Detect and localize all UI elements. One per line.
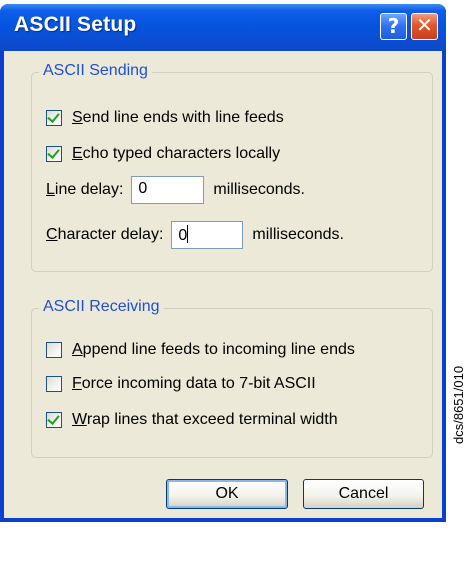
send-line-ends-label: Send line ends with line feeds [72,109,284,126]
title-bar[interactable]: ASCII Setup ? ✕ [0,4,446,51]
send-line-ends-checkbox[interactable] [46,110,62,126]
close-x-icon: ✕ [416,15,433,37]
ascii-receiving-legend: ASCII Receiving [39,298,164,316]
send-line-ends-checkbox-row[interactable]: Send line ends with line feeds [46,108,284,128]
character-delay-unit: milliseconds. [252,226,344,243]
wrap-lines-label: Wrap lines that exceed terminal width [72,411,338,428]
line-delay-input[interactable]: 0 [131,176,205,204]
wrap-lines-checkbox-row[interactable]: Wrap lines that exceed terminal width [46,410,338,430]
character-delay-label: Character delay: [46,226,164,243]
line-delay-row: Line delay: 0 milliseconds. [46,175,305,205]
checkmark-icon [47,412,60,425]
force-7bit-checkbox-row[interactable]: Force incoming data to 7-bit ASCII [46,374,316,394]
help-button[interactable]: ? [380,13,407,40]
character-delay-input[interactable]: 0 [171,221,244,249]
cancel-button[interactable]: Cancel [303,479,424,509]
window-title: ASCII Setup [14,13,137,36]
append-line-feeds-checkbox[interactable] [46,342,62,358]
force-7bit-label: Force incoming data to 7-bit ASCII [72,375,316,392]
force-7bit-checkbox[interactable] [46,376,62,392]
checkmark-icon [47,110,60,123]
append-line-feeds-checkbox-row[interactable]: Append line feeds to incoming line ends [46,340,355,360]
echo-typed-checkbox-row[interactable]: Echo typed characters locally [46,144,280,164]
line-delay-unit: milliseconds. [213,181,305,198]
character-delay-row: Character delay: 0 milliseconds. [46,220,344,250]
ascii-sending-legend: ASCII Sending [39,62,152,80]
line-delay-label: Line delay: [46,181,124,198]
echo-typed-label: Echo typed characters locally [72,145,281,162]
wrap-lines-checkbox[interactable] [46,412,62,428]
echo-typed-checkbox[interactable] [46,146,62,162]
text-caret [187,225,189,243]
question-mark-icon: ? [387,14,400,38]
figure-code-caption: dcs/8651/010 [451,365,466,444]
close-button[interactable]: ✕ [411,13,438,40]
append-line-feeds-label: Append line feeds to incoming line ends [72,341,355,358]
checkmark-icon [47,146,60,159]
screenshot-stage: ASCII Setup ? ✕ ASCII Sending Send line … [0,0,475,564]
ok-button[interactable]: OK [166,479,288,509]
